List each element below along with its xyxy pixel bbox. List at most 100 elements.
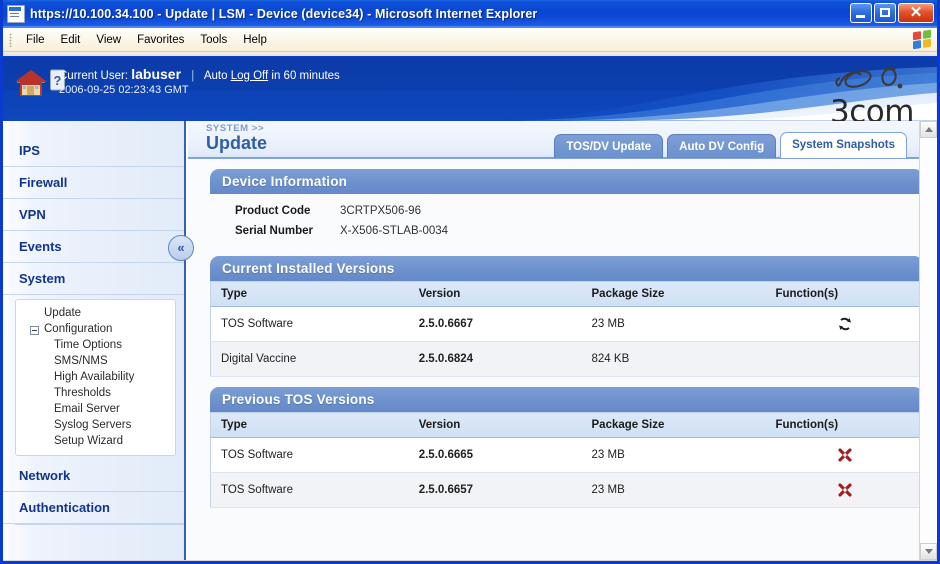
sidebar-nav: IPS Firewall VPN Events System Update Co… bbox=[3, 121, 186, 560]
server-timestamp: 2006-09-25 02:23:43 GMT bbox=[59, 84, 189, 96]
product-code-row: Product Code 3CRTPX506-96 bbox=[210, 202, 923, 222]
scrollbar-track[interactable] bbox=[920, 138, 937, 543]
sidebar-subitem-syslog-servers[interactable]: Syslog Servers bbox=[16, 417, 175, 433]
table-row: TOS Software 2.5.0.6657 23 MB bbox=[210, 472, 923, 508]
product-code-value: 3CRTPX506-96 bbox=[340, 205, 421, 217]
sidebar-subitem-setup-wizard[interactable]: Setup Wizard bbox=[16, 433, 175, 449]
table-row: Digital Vaccine 2.5.0.6824 824 KB bbox=[210, 341, 923, 377]
previous-tos-versions-panel: Previous TOS Versions Type Version Packa… bbox=[210, 387, 923, 508]
cell-functions bbox=[765, 437, 923, 473]
sidebar-item-authentication[interactable]: Authentication bbox=[3, 492, 184, 524]
sidebar-filler bbox=[15, 524, 184, 555]
menu-item-view[interactable]: View bbox=[88, 32, 129, 48]
tab-auto-dv-config[interactable]: Auto DV Config bbox=[667, 134, 777, 158]
sidebar-item-network[interactable]: Network bbox=[3, 460, 184, 492]
menu-item-help[interactable]: Help bbox=[235, 32, 275, 48]
sidebar-item-ips[interactable]: IPS bbox=[3, 135, 184, 167]
sidebar-subitem-label: Update bbox=[44, 307, 82, 319]
product-code-label: Product Code bbox=[235, 205, 311, 217]
serial-number-value: X-X506-STLAB-0034 bbox=[340, 225, 449, 237]
current-user-value: labuser bbox=[131, 66, 182, 82]
sidebar-item-firewall[interactable]: Firewall bbox=[3, 167, 184, 199]
cell-version: 2.5.0.6657 bbox=[408, 472, 582, 508]
delete-icon[interactable] bbox=[837, 482, 853, 498]
cell-functions bbox=[765, 306, 923, 342]
cell-type: TOS Software bbox=[210, 472, 409, 508]
column-type: Type bbox=[210, 281, 409, 307]
cell-version: 2.5.0.6824 bbox=[408, 341, 582, 377]
page-header: SYSTEM >> Update TOS/DV Update Auto DV C… bbox=[188, 121, 937, 159]
collapse-minus-icon[interactable] bbox=[30, 326, 39, 335]
caption-buttons: ✕ bbox=[850, 3, 934, 23]
vertical-scrollbar[interactable] bbox=[919, 121, 937, 560]
sidebar-item-events[interactable]: Events bbox=[3, 231, 184, 263]
column-type: Type bbox=[210, 412, 409, 438]
sidebar-subitem-email-server[interactable]: Email Server bbox=[16, 401, 175, 417]
sidebar-collapse-button[interactable]: « bbox=[168, 235, 194, 261]
menu-item-file[interactable]: File bbox=[18, 32, 53, 48]
cell-type: Digital Vaccine bbox=[210, 341, 409, 377]
column-version: Version bbox=[408, 412, 582, 438]
sidebar-subitem-label: Time Options bbox=[54, 339, 122, 351]
sidebar-subitem-thresholds[interactable]: Thresholds bbox=[16, 385, 175, 401]
tab-tos-dv-update[interactable]: TOS/DV Update bbox=[554, 134, 664, 158]
sidebar-subitem-label: Syslog Servers bbox=[54, 419, 132, 431]
home-icon[interactable] bbox=[14, 68, 48, 98]
browser-window: https://10.100.34.100 - Update | LSM - D… bbox=[0, 0, 940, 564]
sidebar-subitem-time-options[interactable]: Time Options bbox=[16, 337, 175, 353]
menu-item-tools[interactable]: Tools bbox=[192, 32, 235, 48]
menu-grip[interactable] bbox=[9, 32, 12, 47]
sidebar-subitem-high-availability[interactable]: High Availability bbox=[16, 369, 175, 385]
title-bar: https://10.100.34.100 - Update | LSM - D… bbox=[3, 0, 937, 28]
cell-functions bbox=[765, 472, 923, 508]
log-off-link[interactable]: Log Off bbox=[231, 70, 269, 82]
content-columns: IPS Firewall VPN Events System Update Co… bbox=[3, 121, 937, 560]
current-installed-versions-panel: Current Installed Versions Type Version … bbox=[210, 256, 923, 377]
sidebar-item-vpn[interactable]: VPN bbox=[3, 199, 184, 231]
minimize-button[interactable] bbox=[850, 3, 872, 23]
page-content: ? Current User: labuser | Auto Log Off i… bbox=[3, 57, 937, 560]
cell-size: 23 MB bbox=[581, 437, 766, 473]
sidebar-subitem-update[interactable]: Update bbox=[16, 305, 175, 321]
windows-flag-icon bbox=[913, 29, 931, 50]
sidebar-subitem-label: Email Server bbox=[54, 403, 120, 415]
chevron-up-icon bbox=[925, 127, 933, 132]
sidebar-subitem-label: Setup Wizard bbox=[54, 435, 124, 447]
cell-size: 23 MB bbox=[581, 306, 766, 342]
scroll-up-button[interactable] bbox=[920, 121, 937, 138]
3com-swirl-icon bbox=[835, 66, 903, 89]
ie-document-icon bbox=[7, 5, 25, 23]
previous-versions-table: Type Version Package Size Function(s) TO… bbox=[210, 412, 923, 508]
window-title: https://10.100.34.100 - Update | LSM - D… bbox=[30, 7, 538, 21]
auto-logoff-suffix: in 60 minutes bbox=[271, 70, 340, 82]
sidebar-subitem-label: High Availability bbox=[54, 371, 135, 383]
panel-heading: Device Information bbox=[210, 169, 923, 194]
panel-heading: Previous TOS Versions bbox=[210, 387, 923, 412]
menu-item-edit[interactable]: Edit bbox=[53, 32, 89, 48]
user-separator: | bbox=[191, 70, 195, 82]
chevron-down-icon bbox=[925, 549, 933, 554]
sidebar-subitem-configuration[interactable]: Configuration bbox=[16, 321, 175, 337]
brand-name: 3com bbox=[830, 94, 914, 122]
sidebar-item-system[interactable]: System bbox=[3, 263, 184, 295]
main-pane: SYSTEM >> Update TOS/DV Update Auto DV C… bbox=[188, 121, 937, 560]
close-button[interactable]: ✕ bbox=[898, 3, 934, 23]
scroll-down-button[interactable] bbox=[920, 543, 937, 560]
serial-number-label: Serial Number bbox=[235, 225, 313, 237]
sidebar-subitem-sms-nms[interactable]: SMS/NMS bbox=[16, 353, 175, 369]
device-information-body: Product Code 3CRTPX506-96 Serial Number … bbox=[210, 194, 923, 246]
scroll-area: Device Information Product Code 3CRTPX50… bbox=[188, 159, 937, 560]
column-version: Version bbox=[408, 281, 582, 307]
tab-system-snapshots[interactable]: System Snapshots bbox=[780, 132, 907, 158]
table-row: TOS Software 2.5.0.6665 23 MB bbox=[210, 437, 923, 473]
cell-version: 2.5.0.6665 bbox=[408, 437, 582, 473]
serial-number-row: Serial Number X-X506-STLAB-0034 bbox=[210, 222, 923, 242]
menu-bar: File Edit View Favorites Tools Help bbox=[3, 28, 937, 52]
rollback-icon[interactable] bbox=[837, 316, 853, 332]
maximize-button[interactable] bbox=[874, 3, 896, 23]
cell-functions bbox=[765, 341, 923, 377]
delete-icon[interactable] bbox=[837, 447, 853, 463]
auto-logoff-prefix: Auto bbox=[203, 70, 228, 82]
sidebar-subitem-label: SMS/NMS bbox=[54, 355, 108, 367]
menu-item-favorites[interactable]: Favorites bbox=[129, 32, 192, 48]
